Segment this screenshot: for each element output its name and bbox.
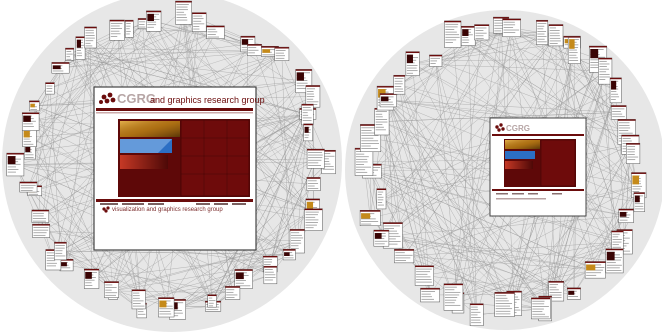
page-thumbnail xyxy=(175,0,192,25)
page-thumbnail xyxy=(609,77,622,104)
page-thumbnail xyxy=(303,123,313,142)
page-thumbnail xyxy=(234,269,253,289)
website-graph-figure: CGRG and graphics research group visuali… xyxy=(2,0,662,332)
page-thumbnail xyxy=(131,289,146,310)
page-thumbnail xyxy=(354,147,374,176)
page-thumbnail xyxy=(32,223,51,238)
page-thumbnail xyxy=(359,210,381,226)
left-header-text: and graphics research group xyxy=(150,95,265,105)
page-thumbnail xyxy=(54,241,67,261)
page-thumbnail xyxy=(474,24,490,41)
page-thumbnail xyxy=(146,10,162,32)
page-thumbnail xyxy=(29,100,40,112)
page-thumbnail xyxy=(379,93,397,108)
page-thumbnail xyxy=(224,286,241,300)
page-thumbnail xyxy=(414,265,434,286)
page-thumbnail xyxy=(6,152,25,177)
page-thumbnail xyxy=(405,51,420,76)
page-thumbnail xyxy=(420,287,440,303)
page-thumbnail xyxy=(494,292,515,317)
page-thumbnail xyxy=(376,188,387,210)
page-thumbnail xyxy=(65,47,75,61)
page-thumbnail xyxy=(444,20,462,48)
page-thumbnail xyxy=(502,18,521,38)
page-thumbnail xyxy=(274,46,290,61)
right-logo-text: CGRG xyxy=(506,124,530,133)
page-thumbnail xyxy=(124,19,134,38)
page-thumbnail xyxy=(59,258,74,272)
page-thumbnail xyxy=(31,209,50,223)
page-thumbnail xyxy=(610,105,627,120)
page-thumbnail xyxy=(548,24,564,47)
page-thumbnail xyxy=(45,82,55,95)
page-thumbnail xyxy=(373,229,390,247)
page-thumbnail xyxy=(393,74,406,95)
page-thumbnail xyxy=(605,248,624,274)
page-thumbnail xyxy=(137,18,148,30)
page-thumbnail xyxy=(567,35,581,64)
page-thumbnail xyxy=(51,62,70,74)
page-thumbnail xyxy=(306,148,325,169)
page-thumbnail xyxy=(531,297,551,320)
page-thumbnail xyxy=(75,36,86,60)
page-thumbnail xyxy=(374,107,390,136)
page-thumbnail xyxy=(83,268,100,289)
page-thumbnail xyxy=(469,303,484,326)
page-thumbnail xyxy=(304,208,323,231)
page-thumbnail xyxy=(246,44,262,56)
left-focus-page: CGRG and graphics research group visuali… xyxy=(93,86,265,251)
page-thumbnail xyxy=(626,142,641,164)
page-thumbnail xyxy=(301,103,314,126)
page-thumbnail xyxy=(618,208,634,223)
page-thumbnail xyxy=(443,283,464,311)
page-thumbnail xyxy=(306,177,321,192)
page-thumbnail xyxy=(104,281,119,298)
page-thumbnail xyxy=(84,26,97,49)
right-focus-page: CGRG xyxy=(489,117,587,217)
page-thumbnail xyxy=(21,112,40,131)
page-thumbnail xyxy=(394,249,415,264)
left-graph-panel: CGRG and graphics research group visuali… xyxy=(2,0,342,332)
page-thumbnail xyxy=(263,265,278,285)
page-thumbnail xyxy=(207,294,217,308)
page-thumbnail xyxy=(19,181,38,193)
page-thumbnail xyxy=(429,54,443,67)
page-thumbnail xyxy=(536,19,549,45)
page-thumbnail xyxy=(460,25,476,46)
page-thumbnail xyxy=(109,19,125,41)
page-thumbnail xyxy=(566,287,581,300)
page-thumbnail xyxy=(206,25,225,39)
page-thumbnail xyxy=(633,192,645,212)
page-thumbnail xyxy=(584,261,606,279)
left-footer-text: visualization and graphics research grou… xyxy=(112,207,223,213)
page-thumbnail xyxy=(158,297,175,318)
page-thumbnail xyxy=(192,12,207,32)
page-thumbnail xyxy=(282,249,296,261)
right-graph-panel: CGRG xyxy=(345,10,662,330)
